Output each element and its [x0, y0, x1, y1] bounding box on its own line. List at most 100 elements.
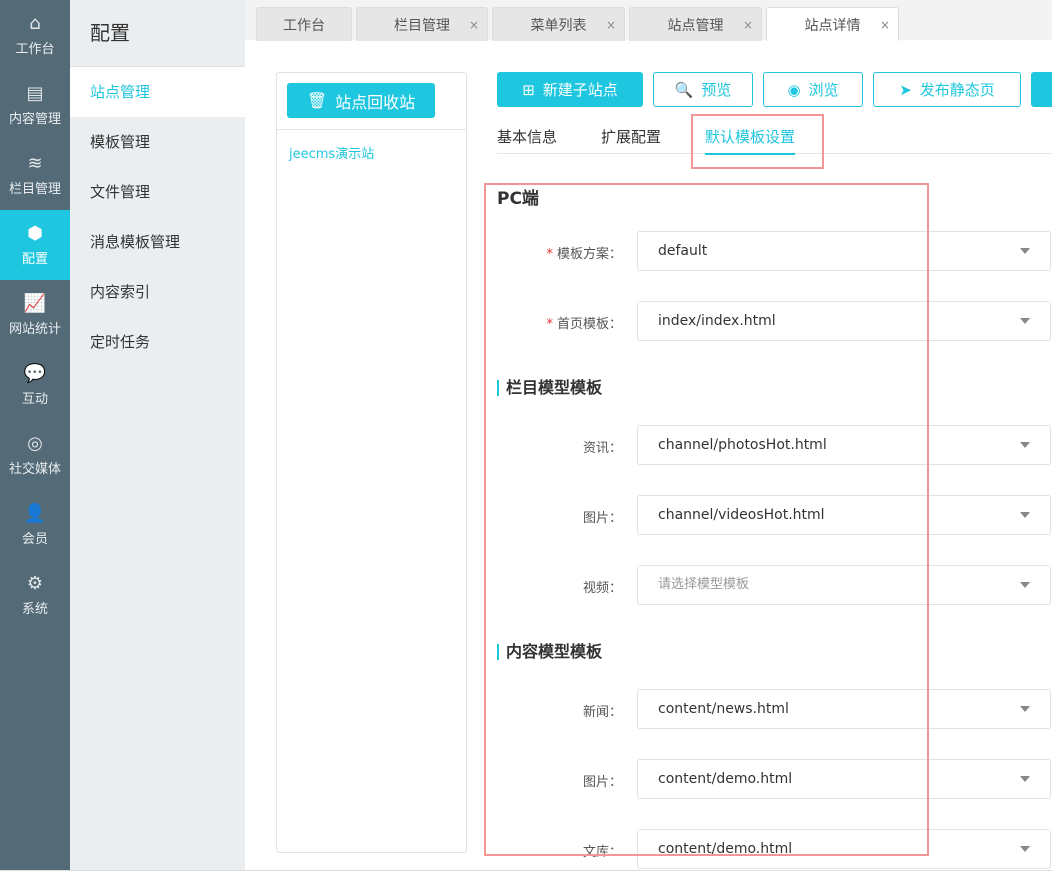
content-label: 新闻：: [582, 705, 622, 720]
nav-item-workbench[interactable]: ⌂ 工作台: [0, 0, 70, 70]
content-library-select[interactable]: content/demo.html: [637, 829, 1051, 869]
caret-down-icon: [1020, 248, 1030, 254]
cube-icon: ⬢: [27, 223, 43, 244]
index-template-select[interactable]: index/index.html: [637, 301, 1051, 341]
tab-default-template[interactable]: 默认模板设置: [705, 126, 796, 155]
tab-bar: 工作台 栏目管理 × 菜单列表 × 站点管理 × 站点详情 ×: [245, 0, 1052, 41]
main-nav: ⌂ 工作台 ▤ 内容管理 ≋ 栏目管理 ⬢ 配置 📈 网站统计 💬 互动 ◎ 社交媒体 👤 会员…: [0, 0, 70, 870]
gear-icon: ⚙: [26, 573, 44, 594]
scheme-label: * 模板方案：: [492, 243, 622, 262]
close-icon[interactable]: ×: [469, 18, 479, 32]
tab-label: 栏目管理: [394, 17, 450, 34]
channel-image-select[interactable]: channel/videosHot.html: [637, 495, 1051, 535]
divider: [277, 129, 466, 130]
site-tree-item[interactable]: jeecms演示站: [289, 143, 374, 162]
tab-label: 菜单列表: [530, 17, 587, 34]
nav-label: 互动: [21, 392, 48, 407]
tab-channel[interactable]: 栏目管理 ×: [356, 7, 488, 41]
close-icon[interactable]: ×: [743, 18, 753, 32]
nav-item-system[interactable]: ⚙ 系统: [0, 560, 70, 630]
new-subsite-button[interactable]: ⊞ 新建子站点: [497, 72, 643, 107]
required-mark: *: [546, 317, 553, 332]
document-icon: ▤: [26, 83, 44, 104]
tab-site-detail[interactable]: 站点详情 ×: [766, 7, 899, 41]
channel-news-select[interactable]: channel/photosHot.html: [637, 425, 1051, 465]
sub-item-message-template[interactable]: 消息模板管理: [70, 217, 245, 267]
status-bar: [0, 870, 1052, 877]
button-label: 浏览: [808, 81, 839, 99]
target-icon: ◎: [27, 433, 43, 454]
sub-item-site[interactable]: 站点管理: [70, 67, 245, 117]
select-placeholder: 请选择模型模板: [658, 577, 750, 592]
nav-item-channel[interactable]: ≋ 栏目管理: [0, 140, 70, 210]
template-scheme-select[interactable]: default: [637, 231, 1051, 271]
content-template-title: 内容模型模板: [497, 644, 602, 660]
button-label: 发布静态页: [919, 81, 995, 99]
nav-item-content[interactable]: ▤ 内容管理: [0, 70, 70, 140]
site-recycle-button[interactable]: 🗑 站点回收站: [287, 83, 435, 118]
nav-label: 栏目管理: [8, 182, 61, 197]
channel-label: 资讯：: [582, 441, 622, 456]
caret-down-icon: [1020, 512, 1030, 518]
nav-item-stats[interactable]: 📈 网站统计: [0, 280, 70, 350]
pc-section-title: PC端: [497, 189, 539, 209]
recycle-label: 站点回收站: [335, 92, 416, 112]
tab-workbench[interactable]: 工作台: [256, 7, 352, 41]
browse-button[interactable]: ◉ 浏览: [763, 72, 863, 107]
content-news-select[interactable]: content/news.html: [637, 689, 1051, 729]
label-text: 模板方案：: [556, 247, 622, 262]
content-label: 图片：: [582, 775, 622, 790]
add-icon: ⊞: [522, 80, 535, 99]
sub-item-scheduled-task[interactable]: 定时任务: [70, 317, 245, 367]
eye-icon: ◉: [787, 80, 801, 99]
caret-down-icon: [1020, 706, 1030, 712]
channel-video-select[interactable]: 请选择模型模板: [637, 565, 1051, 605]
trash-icon: 🗑: [306, 91, 328, 110]
tab-menu-list[interactable]: 菜单列表 ×: [492, 7, 625, 41]
sub-item-file[interactable]: 文件管理: [70, 167, 245, 217]
nav-label: 配置: [21, 252, 48, 267]
tab-label: 工作台: [283, 17, 325, 34]
caret-down-icon: [1020, 318, 1030, 324]
publish-static-button[interactable]: ➤ 发布静态页: [873, 72, 1021, 107]
content-label: 文库：: [582, 845, 622, 860]
site-tree-panel: 🗑 站点回收站 jeecms演示站: [276, 72, 467, 853]
nav-label: 网站统计: [8, 322, 61, 337]
nav-label: 会员: [21, 532, 48, 547]
button-label: 预览: [701, 81, 732, 99]
tab-label: 站点详情: [804, 17, 861, 34]
close-icon[interactable]: ×: [606, 18, 616, 32]
send-icon: ➤: [899, 80, 912, 99]
tab-extended-config[interactable]: 扩展配置: [601, 126, 661, 147]
more-button[interactable]: [1031, 72, 1052, 107]
nav-label: 系统: [21, 602, 48, 617]
select-value: default: [658, 243, 708, 259]
button-label: 新建子站点: [542, 81, 618, 99]
select-value: content/demo.html: [658, 841, 793, 857]
tab-basic-info[interactable]: 基本信息: [497, 126, 557, 147]
caret-down-icon: [1020, 582, 1030, 588]
nav-label: 社交媒体: [8, 462, 61, 477]
caret-down-icon: [1020, 776, 1030, 782]
nav-item-member[interactable]: 👤 会员: [0, 490, 70, 560]
label-text: 首页模板：: [556, 317, 622, 332]
close-icon[interactable]: ×: [880, 18, 890, 32]
select-value: content/news.html: [658, 701, 789, 717]
required-mark: *: [546, 247, 553, 262]
sub-item-template[interactable]: 模板管理: [70, 117, 245, 167]
preview-button[interactable]: 🔍 预览: [653, 72, 753, 107]
select-value: content/demo.html: [658, 771, 793, 787]
select-value: index/index.html: [658, 313, 776, 329]
nav-item-social[interactable]: ◎ 社交媒体: [0, 420, 70, 490]
tab-site-manage[interactable]: 站点管理 ×: [629, 7, 762, 41]
nav-item-interaction[interactable]: 💬 互动: [0, 350, 70, 420]
file-search-icon: 🔍: [674, 80, 694, 99]
nav-item-config[interactable]: ⬢ 配置: [0, 210, 70, 280]
caret-down-icon: [1020, 846, 1030, 852]
sub-nav: 配置 站点管理 模板管理 文件管理 消息模板管理 内容索引 定时任务: [70, 0, 245, 870]
nav-label: 工作台: [15, 42, 55, 57]
channel-label: 图片：: [582, 511, 622, 526]
sub-item-content-index[interactable]: 内容索引: [70, 267, 245, 317]
content-image-select[interactable]: content/demo.html: [637, 759, 1051, 799]
user-icon: 👤: [23, 503, 47, 524]
